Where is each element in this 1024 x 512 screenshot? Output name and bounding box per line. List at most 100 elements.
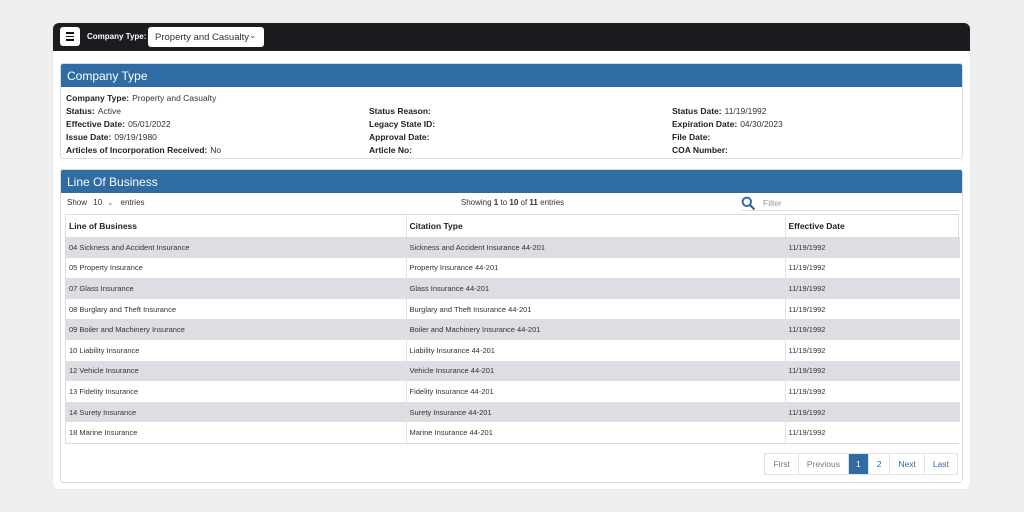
- table-row[interactable]: 04 Sickness and Accident Insurance Sickne…: [66, 237, 960, 258]
- company-info-col-3: Status Date: 11/19/1992 Expiration Date: 0…: [672, 105, 783, 157]
- info-row-effective-date: Effective Date: 05/01/2022: [66, 118, 221, 131]
- company-info-col-2: Status Reason: Legacy State ID: Approval…: [369, 105, 438, 157]
- info-key: COA Number:: [672, 144, 728, 155]
- chevron-down-icon: ⌄: [249, 31, 256, 40]
- info-row-company-type: Company Type: Property and Casualty: [66, 92, 221, 105]
- cell-effective-date: 11/19/1992: [785, 360, 960, 382]
- info-total: 11: [529, 198, 538, 207]
- cell-line-of-business: 09 Boiler and Machinery Insurance: [66, 319, 407, 340]
- info-row-status-date: Status Date: 11/19/1992: [672, 105, 783, 118]
- info-row-articles-received: Articles of Incorporation Received: No: [66, 144, 221, 157]
- table-row[interactable]: 07 Glass Insurance Glass Insurance 44-201…: [66, 278, 960, 299]
- company-type-select[interactable]: Property and Casualty ⌄: [148, 27, 264, 47]
- info-key: Company Type:: [66, 93, 130, 103]
- pagination-last[interactable]: Last: [925, 454, 957, 474]
- pagination-first[interactable]: First: [765, 454, 799, 474]
- table-row[interactable]: 12 Vehicle Insurance Vehicle Insurance 44…: [66, 360, 960, 382]
- info-to: 10: [509, 198, 519, 207]
- line-of-business-panel-title: Line Of Business: [61, 170, 962, 193]
- info-of-word: of: [520, 198, 528, 207]
- table-row[interactable]: 10 Liability Insurance Liability Insuranc…: [66, 339, 960, 361]
- pagination-previous[interactable]: Previous: [799, 454, 849, 474]
- cell-line-of-business: 10 Liability Insurance: [66, 339, 407, 361]
- pagination: First Previous 1 2 Next Last: [764, 453, 958, 475]
- info-to-word: to: [500, 198, 508, 207]
- info-key: Legacy State ID:: [369, 118, 436, 129]
- cell-effective-date: 11/19/1992: [785, 339, 960, 361]
- cell-citation-type: Boiler and Machinery Insurance 44-201: [406, 319, 786, 340]
- company-type-panel-title: Company Type: [61, 64, 962, 87]
- cell-line-of-business: 13 Fidelity Insurance: [66, 381, 407, 402]
- info-row-status: Status: Active: [66, 105, 221, 118]
- info-value: 09/19/1980: [114, 131, 157, 142]
- pagination-next[interactable]: Next: [890, 454, 925, 474]
- pagination-page-2[interactable]: 2: [869, 454, 891, 474]
- cell-citation-type: Liability Insurance 44-201: [406, 339, 786, 361]
- cell-effective-date: 11/19/1992: [785, 298, 960, 320]
- info-row-article-no: Article No:: [369, 144, 438, 157]
- hamburger-menu-icon[interactable]: [60, 27, 80, 46]
- cell-line-of-business: 08 Burglary and Theft Insurance: [66, 298, 407, 320]
- line-of-business-panel: Line Of Business Show 10 ⌄ entries Showi…: [60, 169, 963, 483]
- cell-line-of-business: 05 Property Insurance: [66, 257, 407, 279]
- column-header-citation-type[interactable]: Citation Type: [406, 215, 786, 238]
- company-type-panel: Company Type Company Type: Property and C…: [60, 63, 963, 159]
- info-row-coa-number: COA Number:: [672, 144, 783, 157]
- table-body: 04 Sickness and Accident Insurance Sickne…: [66, 237, 960, 443]
- column-header-line-of-business[interactable]: Line of Business: [66, 215, 407, 238]
- info-value: No: [210, 144, 222, 155]
- info-value: Property and Casualty: [132, 93, 217, 103]
- info-value: 05/01/2022: [128, 118, 171, 129]
- cell-line-of-business: 14 Surety Insurance: [66, 401, 407, 423]
- info-value: 04/30/2023: [740, 118, 783, 129]
- info-row-approval-date: Approval Date:: [369, 131, 438, 144]
- table-row[interactable]: 05 Property Insurance Property Insurance …: [66, 257, 960, 279]
- table-row[interactable]: 09 Boiler and Machinery Insurance Boiler …: [66, 319, 960, 340]
- info-row-status-reason: Status Reason:: [369, 105, 438, 118]
- main-card: Company Type: Property and Casualty ⌄ Co…: [53, 23, 970, 489]
- table-row[interactable]: 18 Marine Insurance Marine Insurance 44-2…: [66, 422, 960, 443]
- table-row[interactable]: 14 Surety Insurance Surety Insurance 44-2…: [66, 401, 960, 423]
- info-value: Active: [97, 105, 121, 116]
- filter-search: [741, 196, 959, 211]
- info-key: Issue Date:: [66, 131, 112, 142]
- info-key: Approval Date:: [369, 131, 430, 142]
- cell-line-of-business: 18 Marine Insurance: [66, 422, 407, 443]
- info-row-issue-date: Issue Date: 09/19/1980: [66, 131, 221, 144]
- info-key: Effective Date:: [66, 118, 126, 129]
- company-info-col-1: Company Type: Property and Casualty Statu…: [66, 92, 221, 156]
- info-row-file-date: File Date:: [672, 131, 783, 144]
- info-key: Status Reason:: [369, 105, 431, 116]
- cell-effective-date: 11/19/1992: [785, 278, 960, 299]
- info-key: Article No:: [369, 144, 412, 155]
- cell-citation-type: Sickness and Accident Insurance 44-201: [406, 237, 786, 258]
- info-key: Status:: [66, 105, 95, 116]
- cell-line-of-business: 04 Sickness and Accident Insurance: [66, 237, 407, 258]
- info-key: Articles of Incorporation Received:: [66, 144, 208, 155]
- cell-citation-type: Property Insurance 44-201: [406, 257, 786, 279]
- cell-line-of-business: 07 Glass Insurance: [66, 278, 407, 299]
- column-header-effective-date[interactable]: Effective Date: [785, 215, 960, 238]
- pagination-page-1[interactable]: 1: [848, 454, 869, 474]
- info-post: entries: [540, 198, 565, 207]
- table-row[interactable]: 08 Burglary and Theft Insurance Burglary …: [66, 298, 960, 320]
- search-icon[interactable]: [741, 196, 755, 210]
- filter-input[interactable]: [763, 196, 953, 210]
- cell-citation-type: Fidelity Insurance 44-201: [406, 381, 786, 402]
- cell-line-of-business: 12 Vehicle Insurance: [66, 360, 407, 382]
- cell-citation-type: Glass Insurance 44-201: [406, 278, 786, 299]
- cell-effective-date: 11/19/1992: [785, 422, 960, 443]
- company-type-label: Company Type:: [87, 32, 147, 41]
- info-pre: Showing: [460, 198, 492, 207]
- cell-citation-type: Burglary and Theft Insurance 44-201: [406, 298, 786, 320]
- info-from: 1: [493, 198, 499, 207]
- cell-citation-type: Vehicle Insurance 44-201: [406, 360, 786, 382]
- table-header-row: Line of Business Citation Type Effective…: [66, 215, 960, 238]
- table-row[interactable]: 13 Fidelity Insurance Fidelity Insurance …: [66, 381, 960, 402]
- line-of-business-table: Line of Business Citation Type Effective…: [65, 214, 960, 444]
- cell-citation-type: Surety Insurance 44-201: [406, 401, 786, 423]
- info-key: Status Date:: [672, 105, 722, 116]
- info-row-legacy-state-id: Legacy State ID:: [369, 118, 438, 131]
- info-row-expiration-date: Expiration Date: 04/30/2023: [672, 118, 783, 131]
- cell-effective-date: 11/19/1992: [785, 401, 960, 423]
